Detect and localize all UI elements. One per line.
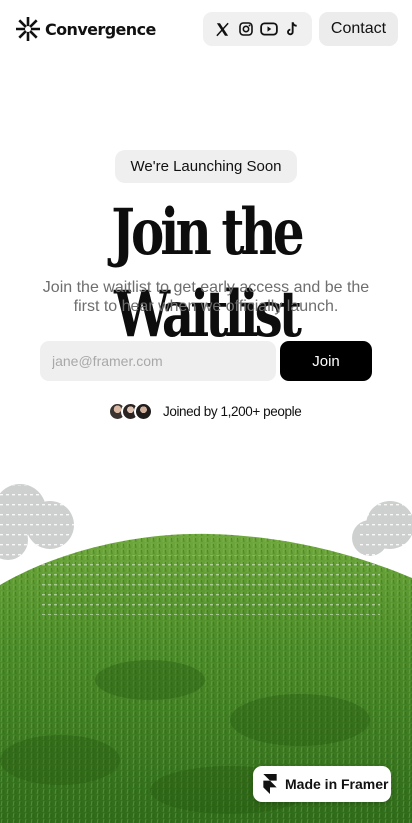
contact-button[interactable]: Contact [319,12,398,46]
social-proof: Joined by 1,200+ people [108,400,302,422]
site-header: Convergence Contact [0,0,412,58]
join-button[interactable]: Join [280,341,372,381]
logo-text: Convergence [45,19,156,39]
framer-icon [263,774,277,794]
made-in-framer-label: Made in Framer [285,776,389,792]
youtube-icon[interactable] [260,20,278,38]
launch-badge: We're Launching Soon [115,150,297,183]
logo-star-icon [16,17,40,41]
email-input[interactable] [40,341,276,381]
tiktok-icon[interactable] [283,20,301,38]
page-subtitle: Join the waitlist to get early access an… [42,279,370,315]
page-title: Join the Waitlist [111,195,304,352]
social-links [203,12,312,46]
avatar-stack [108,401,153,421]
made-in-framer-badge[interactable]: Made in Framer [253,766,391,802]
avatar [134,401,153,421]
instagram-icon[interactable] [237,20,255,38]
x-icon[interactable] [214,20,232,38]
logo[interactable]: Convergence [16,17,156,41]
joined-count-text: Joined by 1,200+ people [163,403,302,419]
